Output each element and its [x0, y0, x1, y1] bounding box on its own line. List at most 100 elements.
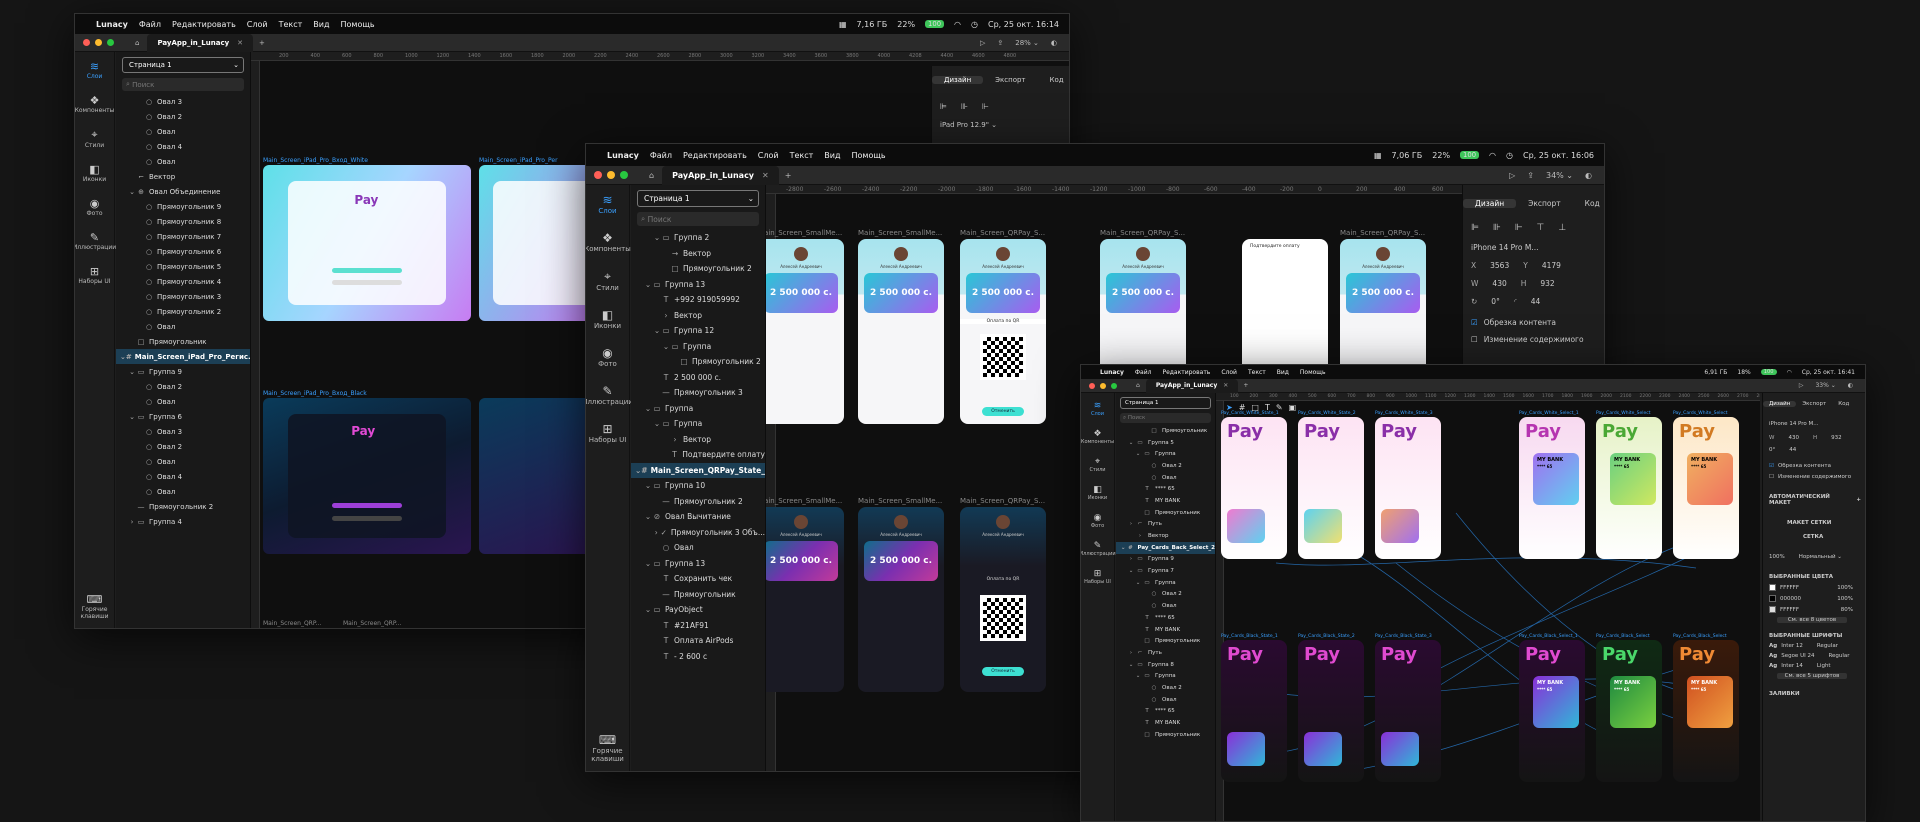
chevron-right-icon[interactable]: › [1127, 556, 1135, 562]
layer-row[interactable]: ⌄ ⊕ Овал Объединение [116, 184, 250, 199]
layer-row[interactable]: ○ Овал 2 [116, 439, 250, 454]
theme-icon[interactable]: ◐ [1848, 382, 1853, 389]
chevron-down-icon[interactable]: ⌄ [128, 188, 136, 196]
phone-frame-dark[interactable]: Алексей Андреевич 2 500 000 с. [766, 507, 844, 692]
layer-row[interactable]: T **** 65 [1116, 612, 1215, 624]
menu-app[interactable]: Lunacy [1100, 369, 1124, 376]
chevron-down-icon[interactable]: ⌄ [653, 233, 661, 242]
chevron-down-icon[interactable]: ⌄ [1134, 673, 1142, 679]
add-tab-icon[interactable]: + [259, 39, 265, 47]
frame-label[interactable]: Main_Screen_SmallMe... [858, 497, 942, 505]
phone-frame-light[interactable]: Алексей Андреевич 2 500 000 с. [766, 239, 844, 424]
card-frame-white[interactable]: Pay MY BANK **** 65 [1519, 417, 1585, 559]
play-icon[interactable]: ▷ [980, 39, 985, 47]
rail-components[interactable]: ❖ Компоненты [586, 231, 631, 253]
chevron-down-icon[interactable]: ⌄ [644, 404, 652, 413]
layer-row[interactable]: ○ Овал 2 [116, 109, 250, 124]
layer-row[interactable]: T **** 65 [1116, 706, 1215, 718]
layer-row[interactable]: T Подтвердите оплату [631, 447, 765, 463]
color-row[interactable]: FFFFFF 80% [1769, 606, 1865, 613]
phone-frame-light[interactable]: Алексей Андреевич 2 500 000 с. [858, 239, 944, 424]
frame-label[interactable]: Main_Screen_QRPay_S... [960, 497, 1045, 505]
align-center-icon[interactable]: ⊪ [1493, 223, 1501, 233]
rail-photo[interactable]: ◉ Фото [86, 197, 102, 217]
frame-label[interactable]: Pay_Cards_White_Select_1 [1519, 411, 1579, 416]
menu-file[interactable]: Файл [650, 151, 672, 160]
card-frame-black[interactable]: Pay [1221, 640, 1287, 782]
rail-layers[interactable]: ≋ Слои [1091, 401, 1104, 417]
close-icon[interactable]: ✕ [237, 39, 243, 47]
layer-row[interactable]: ○ Овал [116, 319, 250, 334]
menu-file[interactable]: Файл [1135, 369, 1152, 376]
wifi-icon[interactable]: ◠ [1787, 369, 1792, 376]
card-frame-white[interactable]: Pay [1298, 417, 1364, 559]
frame-label[interactable]: Main_Screen_iPad_Pro_Per [479, 157, 558, 164]
frame-label[interactable]: Main_Screen_SmallMe... [766, 229, 842, 237]
align-icon[interactable]: ⊪ [961, 102, 968, 111]
frame-ipad-black[interactable]: Pay [263, 398, 471, 554]
chevron-down-icon[interactable]: ⌄ [644, 605, 652, 614]
auto-layout[interactable]: АВТОМАТИЧЕСКИЙ МАКЕТ + [1769, 494, 1865, 506]
menu-help[interactable]: Помощь [341, 20, 375, 29]
menu-edit[interactable]: Редактировать [172, 20, 236, 29]
layer-row[interactable]: ○ Прямоугольник 5 [116, 259, 250, 274]
layer-row[interactable]: ○ Прямоугольник 3 [116, 289, 250, 304]
see-all-colors[interactable]: См. все 8 цветов [1777, 617, 1847, 623]
rail-styles[interactable]: ⌖ Стили [1089, 457, 1105, 473]
menu-text[interactable]: Текст [1248, 369, 1266, 376]
layer-row[interactable]: ○ Овал [116, 484, 250, 499]
tab-export[interactable]: Экспорт [983, 76, 1037, 84]
frame-label[interactable]: Pay_Cards_Black_State_2 [1298, 634, 1355, 639]
layer-row[interactable]: › ⌐ Путь [1116, 519, 1215, 531]
frame-label[interactable]: Main_Screen_SmallMe... [766, 497, 842, 505]
menu-text[interactable]: Текст [279, 20, 303, 29]
layer-row[interactable]: □ Прямоугольник [1116, 507, 1215, 519]
menu-text[interactable]: Текст [790, 151, 814, 160]
rail-layers[interactable]: ≋ Слои [598, 193, 616, 215]
phone-frame-dark[interactable]: Алексей Андреевич 2 500 000 с. [858, 507, 944, 692]
window-controls[interactable] [83, 39, 119, 46]
tab-code[interactable]: Код [1573, 199, 1604, 208]
layer-row[interactable]: ○ Овал [1116, 694, 1215, 706]
menu-app[interactable]: Lunacy [607, 151, 639, 160]
menu-edit[interactable]: Редактировать [1162, 369, 1210, 376]
radius-field[interactable]: 44 [1531, 297, 1541, 306]
layer-row[interactable]: T MY BANK [1116, 717, 1215, 729]
card-frame-black[interactable]: Pay [1298, 640, 1364, 782]
rail-hotkeys[interactable]: ⌨ Горячие клавиши [586, 733, 629, 763]
menu-view[interactable]: Вид [1277, 369, 1289, 376]
zoom-level[interactable]: 34% ⌄ [1546, 171, 1573, 180]
frame-label[interactable]: Pay_Cards_White_Select [1673, 411, 1728, 416]
add-tab-icon[interactable]: + [1243, 382, 1248, 389]
menu-help[interactable]: Помощь [852, 151, 886, 160]
layer-row[interactable]: › ▭ Группа 9 [1116, 554, 1215, 566]
layer-row[interactable]: ⌄ ▭ Группа [1116, 670, 1215, 682]
rail-icons[interactable]: ◧ Иконки [594, 308, 621, 330]
chevron-right-icon[interactable]: › [1127, 521, 1135, 527]
tab-export[interactable]: Экспорт [1516, 199, 1573, 208]
share-icon[interactable]: ⇪ [997, 39, 1003, 47]
frame-label[interactable]: Main_Screen_QRP... [343, 620, 401, 627]
layer-row[interactable]: ○ Овал 2 [1116, 682, 1215, 694]
clip-row[interactable]: ☑ Обрезка контента [1769, 463, 1865, 469]
theme-icon[interactable]: ◐ [1051, 39, 1057, 47]
align-icon[interactable]: ⊫ [940, 102, 947, 111]
color-row[interactable]: FFFFFF 100% [1769, 584, 1865, 591]
layer-row[interactable]: ○ Овал [116, 394, 250, 409]
layer-row[interactable]: ○ Прямоугольник 4 [116, 274, 250, 289]
blend-select[interactable]: Нормальный ⌄ [1799, 554, 1842, 560]
frame-label[interactable]: Pay_Cards_Black_Select [1673, 634, 1727, 639]
layer-row[interactable]: ⌄ ▭ Группа [631, 339, 765, 355]
layer-row[interactable]: ⌄ ▭ Группа 10 [631, 478, 765, 494]
card-frame-black[interactable]: Pay MY BANK **** 65 [1519, 640, 1585, 782]
home-icon[interactable]: ⌂ [1136, 382, 1140, 389]
layer-row[interactable]: T MY BANK [1116, 624, 1215, 636]
layer-row[interactable]: — Прямоугольник 3 [631, 385, 765, 401]
menu-app[interactable]: Lunacy [96, 20, 128, 29]
rail-icons[interactable]: ◧ Иконки [1088, 485, 1107, 501]
rail-components[interactable]: ❖ Компоненты [1081, 429, 1114, 445]
clip-row[interactable]: ☑ Обрезка контента [1471, 318, 1604, 327]
layer-row[interactable]: ○ Овал 3 [116, 424, 250, 439]
layer-row[interactable]: ⌄ ⊘ Овал Вычитание [631, 509, 765, 525]
layer-row[interactable]: ⌄ ▭ Группа [1116, 448, 1215, 460]
